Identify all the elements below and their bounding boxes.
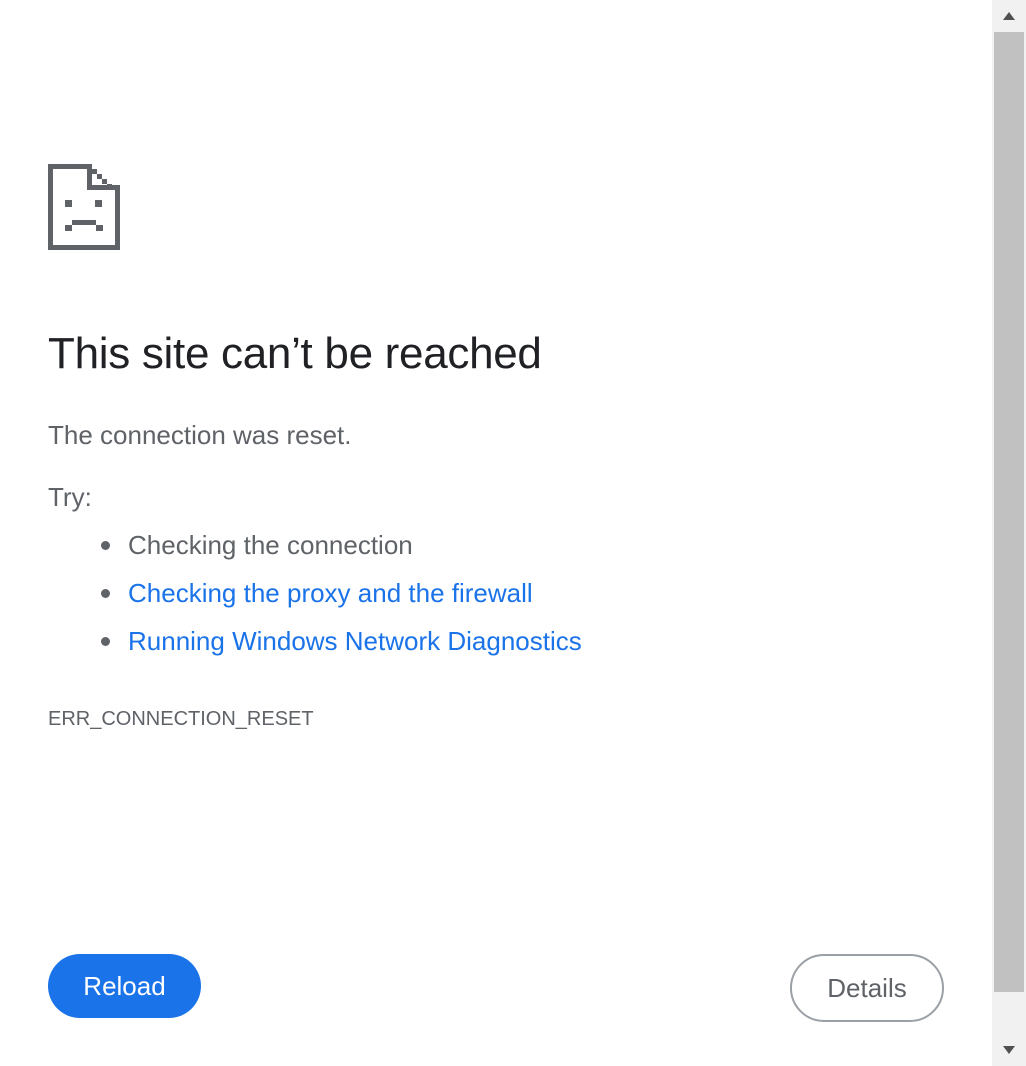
try-label: Try:	[48, 482, 92, 512]
suggestion-list: Checking the connection Checking the pro…	[48, 528, 582, 672]
triangle-down-icon	[1003, 1046, 1015, 1054]
proxy-firewall-link[interactable]: Checking the proxy and the firewall	[128, 578, 533, 608]
suggestion-text: Checking the connection	[128, 530, 413, 560]
error-page: This site can’t be reached The connectio…	[0, 0, 992, 1066]
bullet-icon	[101, 589, 110, 598]
error-code: ERR_CONNECTION_RESET	[48, 708, 314, 730]
suggestion-item-check-connection: Checking the connection	[48, 528, 582, 576]
network-diagnostics-link[interactable]: Running Windows Network Diagnostics	[128, 626, 582, 656]
triangle-up-icon	[1003, 12, 1015, 20]
vertical-scrollbar[interactable]	[992, 0, 1026, 1066]
bullet-icon	[101, 637, 110, 646]
bullet-icon	[101, 541, 110, 550]
details-button[interactable]: Details	[790, 954, 944, 1022]
error-summary: The connection was reset.	[48, 420, 352, 450]
suggestion-item-proxy-firewall: Checking the proxy and the firewall	[48, 576, 582, 624]
suggestion-item-network-diagnostics: Running Windows Network Diagnostics	[48, 624, 582, 672]
scroll-down-button[interactable]	[992, 1034, 1026, 1066]
scroll-up-button[interactable]	[992, 0, 1026, 32]
page-title: This site can’t be reached	[48, 329, 542, 378]
sad-document-icon	[48, 164, 120, 250]
reload-button[interactable]: Reload	[48, 954, 201, 1018]
scroll-thumb[interactable]	[994, 32, 1024, 992]
